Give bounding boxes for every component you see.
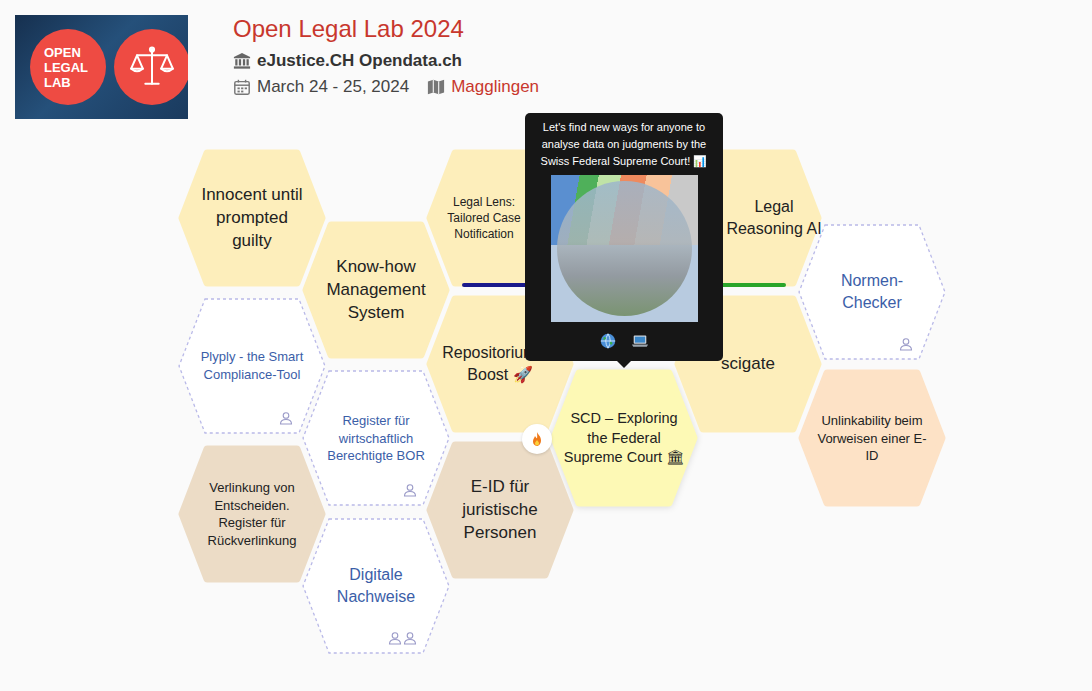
- event-dates: March 24 - 25, 2024: [257, 77, 409, 97]
- logo-text: LAB: [44, 75, 71, 90]
- project-hexagon[interactable]: Know-how Management System: [301, 221, 451, 359]
- project-photo: [551, 175, 698, 322]
- organizers: eJustice.CH Opendata.ch: [257, 51, 462, 71]
- page: OPENLEGALLAB Open Legal Lab 2024 eJustice.…: [0, 0, 1092, 691]
- project-title[interactable]: Register für wirtschaftlich Berechtigte …: [320, 412, 432, 465]
- project-hexagon[interactable]: Normen-Checker: [797, 223, 947, 361]
- person-icon: [403, 483, 417, 497]
- calendar-icon: [233, 78, 251, 96]
- date-location-row: March 24 - 25, 2024 Magglingen: [233, 77, 539, 97]
- project-hexagon[interactable]: Register für wirtschaftlich Berechtigte …: [301, 369, 451, 507]
- project-title[interactable]: Verlinkung von Entscheiden. Register für…: [196, 479, 308, 549]
- globe-icon[interactable]: [599, 332, 617, 350]
- person-icon: [899, 337, 913, 351]
- logo-text-badge: OPENLEGALLAB: [30, 29, 106, 105]
- project-title[interactable]: Unlinkability beim Vorweisen einer E-ID: [817, 412, 927, 465]
- tooltip-text: Let's find new ways for anyone to analys…: [533, 119, 715, 170]
- project-hexagon[interactable]: Unlinkability beim Vorweisen einer E-ID: [797, 369, 947, 507]
- project-title[interactable]: Know-how Management System: [321, 256, 431, 325]
- hexagon-shape: [301, 517, 451, 655]
- map-icon: [427, 78, 445, 96]
- tooltip-links: [599, 330, 649, 352]
- event-location[interactable]: Magglingen: [451, 77, 539, 97]
- project-title[interactable]: E-ID für juristische Personen: [445, 476, 555, 545]
- event-info: Open Legal Lab 2024 eJustice.CH Opendata.…: [233, 15, 539, 97]
- team-members: [388, 631, 417, 645]
- project-board: Innocent until prompted guiltyKnow-how M…: [0, 134, 1092, 691]
- team-members: [403, 483, 417, 497]
- project-hexagon[interactable]: Verlinkung von Entscheiden. Register für…: [177, 445, 327, 583]
- fire-icon: [529, 431, 545, 447]
- team-members: [899, 337, 913, 351]
- project-tooltip: Let's find new ways for anyone to analys…: [525, 113, 723, 361]
- person-icon: [403, 631, 417, 645]
- project-title[interactable]: Digitale Nachweise: [321, 564, 431, 607]
- project-hexagon[interactable]: SCD – Exploring the Federal Supreme Cour…: [549, 369, 699, 507]
- project-title[interactable]: Plyply - the Smart Compliance-Tool: [194, 348, 310, 383]
- project-hexagon[interactable]: Plyply - the Smart Compliance-Tool: [177, 297, 327, 435]
- hexagon-shape: [177, 445, 327, 583]
- project-title[interactable]: Normen-Checker: [822, 270, 922, 313]
- project-hexagon[interactable]: E-ID für juristische Personen: [425, 441, 575, 579]
- photo-building: [557, 181, 692, 316]
- person-icon: [388, 631, 402, 645]
- logo-text: LEGAL: [44, 60, 88, 75]
- project-hexagon[interactable]: Innocent until prompted guilty: [177, 149, 327, 287]
- project-title[interactable]: Innocent until prompted guilty: [197, 184, 307, 253]
- hot-badge: [522, 424, 552, 454]
- project-title[interactable]: Legal Reasoning AI: [726, 196, 822, 239]
- scales-icon: [127, 42, 177, 92]
- logo-text: OPEN: [44, 45, 81, 60]
- project-title[interactable]: Legal Lens: Tailored Case Notification: [446, 194, 522, 243]
- project-title[interactable]: SCD – Exploring the Federal Supreme Cour…: [561, 409, 687, 468]
- hexagon-shape: [797, 223, 947, 361]
- hexagon-shape: [177, 297, 327, 435]
- laptop-icon[interactable]: [631, 332, 649, 350]
- team-members: [279, 411, 293, 425]
- event-logo: OPENLEGALLAB: [15, 15, 188, 119]
- logo-scales-badge: [114, 29, 188, 105]
- organizer-row: eJustice.CH Opendata.ch: [233, 51, 539, 71]
- project-hexagon[interactable]: Digitale Nachweise: [301, 517, 451, 655]
- institution-icon: [233, 52, 251, 70]
- event-title[interactable]: Open Legal Lab 2024: [233, 15, 539, 43]
- person-icon: [279, 411, 293, 425]
- tooltip-arrow: [617, 361, 631, 368]
